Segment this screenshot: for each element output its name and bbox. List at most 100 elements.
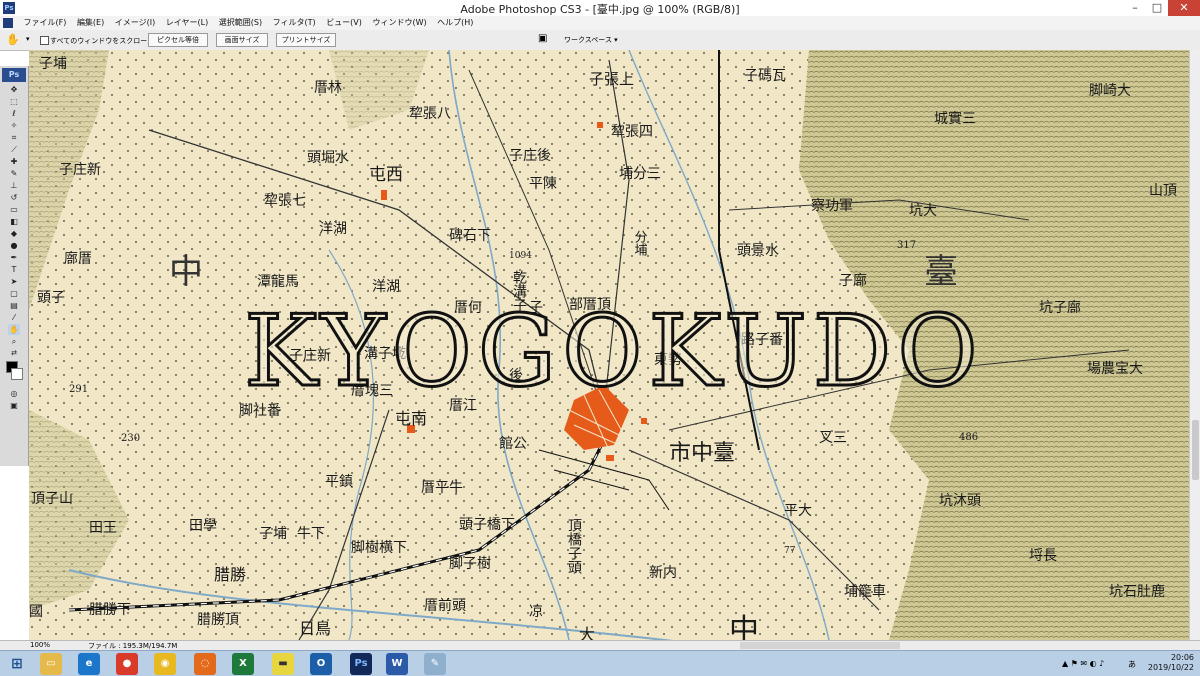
map-label: 子庄新 [59, 161, 101, 178]
notes-tool-icon[interactable]: ▤ [8, 300, 20, 311]
lasso-tool-icon[interactable]: ℓ [8, 108, 20, 119]
actual-pixels-button[interactable]: ピクセル等倍 [148, 33, 208, 47]
tray-icons[interactable]: ▲ ⚑ ✉ ◐ ♪ [1062, 659, 1104, 668]
map-label: 腊勝 [214, 565, 246, 584]
ime-indicator[interactable]: あ [1128, 659, 1136, 670]
map-label: 中 [169, 252, 203, 292]
map-label: 場農宝大 [1087, 361, 1143, 377]
photoshop-taskbar-icon[interactable]: Ps [350, 653, 372, 675]
eyedropper-tool-icon[interactable]: ⁄ [8, 312, 20, 323]
paint-taskbar-icon[interactable]: ✎ [424, 653, 446, 675]
maximize-button[interactable]: □ [1146, 0, 1168, 16]
options-bar: ✋ ▾ すべてのウィンドウをスクロール ピクセル等倍 画面サイズ プリントサイズ… [0, 30, 1200, 51]
menu-help[interactable]: ヘルプ(H) [433, 16, 477, 30]
watermark-text: KYOGOKUDO [244, 295, 983, 409]
menu-bar: ファイル(F) 編集(E) イメージ(I) レイヤー(L) 選択範囲(S) フィ… [0, 16, 1200, 30]
vertical-scrollbar[interactable] [1189, 50, 1200, 640]
history-brush-tool-icon[interactable]: ↺ [8, 192, 20, 203]
magic-wand-tool-icon[interactable]: ✧ [8, 120, 20, 131]
path-selection-tool-icon[interactable]: ➤ [8, 276, 20, 287]
excel-taskbar-icon[interactable]: X [232, 653, 254, 675]
menu-edit[interactable]: 編集(E) [73, 16, 108, 30]
minimize-button[interactable]: – [1124, 0, 1146, 16]
map-label: 犂張四 [611, 124, 653, 140]
fit-screen-button[interactable]: 画面サイズ [216, 33, 268, 47]
move-tool-icon[interactable]: ✥ [8, 84, 20, 95]
scrollbar-thumb[interactable] [1192, 420, 1199, 480]
hand-tool-icon[interactable]: ✋ [8, 324, 20, 335]
explorer-taskbar-icon[interactable]: ▭ [40, 653, 62, 675]
document-canvas[interactable]: 子埔 子張上 子碼瓦 脚崎大 厝林 犂張八 犂張四 城實三 子庄新 頭堀水 屯西… [29, 50, 1189, 640]
stop-app-taskbar-icon[interactable]: ● [116, 653, 138, 675]
map-label: 田學 [189, 518, 217, 534]
scroll-all-checkbox[interactable] [40, 36, 49, 45]
eraser-tool-icon[interactable]: ▭ [8, 204, 20, 215]
menu-file[interactable]: ファイル(F) [20, 16, 71, 30]
horizontal-scrollbar[interactable] [740, 642, 900, 649]
close-button[interactable]: ✕ [1168, 0, 1200, 16]
map-label: 叉三 [819, 430, 847, 446]
map-label: 分埔 [632, 230, 648, 256]
workspace-menu[interactable]: ワークスペース ▾ [564, 35, 618, 45]
map-label: 洋湖 [319, 221, 347, 237]
map-label: 屯南 [395, 409, 427, 428]
map-label: 317 [897, 240, 916, 251]
windows-start-icon[interactable]: ⊞ [6, 653, 28, 675]
ps-logo: Ps [2, 68, 26, 82]
tool-preset-chevron-icon[interactable]: ▾ [26, 35, 30, 43]
map-label: 頂子山 [31, 491, 73, 507]
pen-tool-icon[interactable]: ✒ [8, 252, 20, 263]
zoom-level[interactable]: 100% [30, 641, 50, 649]
map-label: 新内 [649, 565, 677, 581]
map-label: 頭子橋下 [459, 517, 515, 533]
stamp-tool-icon[interactable]: ⊥ [8, 180, 20, 191]
map-label: 廍厝 [64, 250, 92, 267]
firefox-taskbar-icon[interactable]: ◌ [194, 653, 216, 675]
menu-image[interactable]: イメージ(I) [111, 16, 159, 30]
workspace-icon[interactable]: ▣ [538, 33, 547, 44]
healing-brush-tool-icon[interactable]: ✚ [8, 156, 20, 167]
quick-mask-icon[interactable]: ◎ [8, 388, 20, 399]
swap-colors-icon[interactable]: ⇄ [8, 348, 20, 359]
outlook-taskbar-icon[interactable]: O [310, 653, 332, 675]
map-label: 1094 [509, 251, 532, 261]
map-label: 日鳥 [299, 619, 331, 638]
map-label: 腊勝頂 [197, 612, 239, 628]
map-label: 頭子 [37, 290, 65, 306]
print-size-button[interactable]: プリントサイズ [276, 33, 336, 47]
menu-view[interactable]: ビュー(V) [322, 16, 366, 30]
map-label: 頭堀水 [307, 150, 349, 166]
crop-tool-icon[interactable]: ⌗ [8, 132, 20, 143]
marquee-tool-icon[interactable]: ⬚ [8, 96, 20, 107]
screen-mode-icon[interactable]: ▣ [8, 400, 20, 411]
brush-tool-icon[interactable]: ✎ [8, 168, 20, 179]
ie-taskbar-icon[interactable]: e [78, 653, 100, 675]
map-label: 子廍 [839, 272, 867, 289]
word-taskbar-icon[interactable]: W [386, 653, 408, 675]
menu-layer[interactable]: レイヤー(L) [162, 16, 212, 30]
chrome-taskbar-icon[interactable]: ◉ [154, 653, 176, 675]
dodge-tool-icon[interactable]: ● [8, 240, 20, 251]
gradient-tool-icon[interactable]: ◧ [8, 216, 20, 227]
map-label: 脚樹横下 [351, 540, 407, 556]
background-color-swatch[interactable] [11, 368, 23, 380]
map-label: 潭龍馬 [257, 273, 299, 290]
map-label: 館公 [499, 435, 527, 452]
map-label: 291 [69, 384, 88, 395]
map-label: 犂張八 [409, 106, 451, 122]
map-label: 田王 [89, 520, 117, 536]
photoshop-menu-icon[interactable] [3, 18, 13, 28]
menu-select[interactable]: 選択範囲(S) [215, 16, 266, 30]
notes-taskbar-icon[interactable]: ▬ [272, 653, 294, 675]
hand-tool-icon[interactable]: ✋ [6, 33, 20, 46]
menu-filter[interactable]: フィルタ(T) [269, 16, 320, 30]
menu-window[interactable]: ウィンドウ(W) [368, 16, 430, 30]
blur-tool-icon[interactable]: ◆ [8, 228, 20, 239]
type-tool-icon[interactable]: T [8, 264, 20, 275]
zoom-tool-icon[interactable]: ⌕ [8, 336, 20, 347]
clock[interactable]: 20:06 2019/10/22 [1148, 653, 1194, 673]
shape-tool-icon[interactable]: ▢ [8, 288, 20, 299]
map-label: 厝平牛 [421, 480, 463, 496]
slice-tool-icon[interactable]: ⟋ [8, 144, 20, 155]
map-label: 子張上 [589, 70, 634, 88]
